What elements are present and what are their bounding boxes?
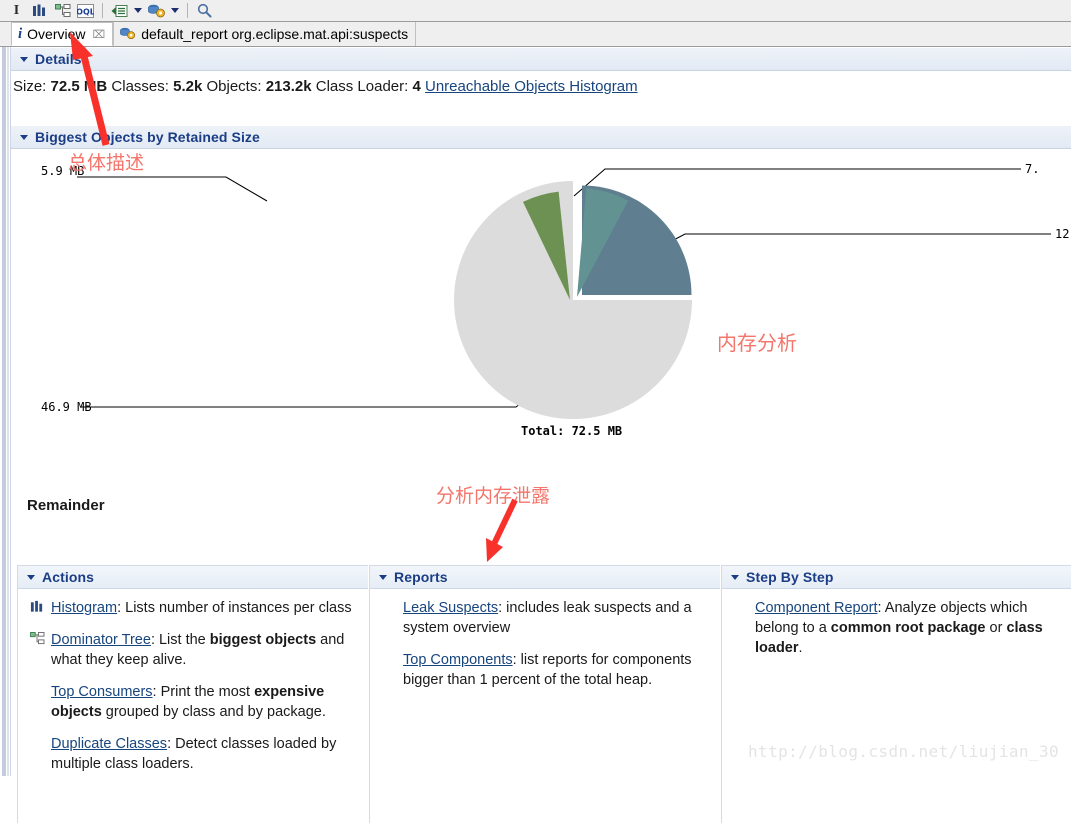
link-leak-suspects[interactable]: Leak Suspects: [403, 600, 498, 616]
entry-text-bold: common root package: [830, 620, 986, 636]
pie-label-12mb: 12.: [1055, 227, 1071, 241]
link-dominator-tree[interactable]: Dominator Tree: [51, 632, 151, 648]
classes-label: Classes:: [111, 78, 169, 95]
toolbar: I OQL: [0, 0, 1071, 22]
panel-reports: Reports Leak Suspects: includes leak sus…: [369, 565, 720, 823]
classes-value: 5.2k: [173, 78, 203, 95]
remainder-label: Remainder: [27, 497, 105, 514]
panel-title-step-by-step: Step By Step: [746, 569, 834, 585]
entry-text: grouped by class and by package.: [101, 704, 326, 720]
entry-text-bold: biggest objects: [209, 632, 317, 648]
histogram-icon: [30, 600, 46, 617]
size-label: Size:: [13, 78, 47, 95]
open-query-browser-dropdown-arrow[interactable]: [132, 1, 144, 20]
classloader-value: 4: [412, 78, 421, 95]
dominator-tree-icon: [30, 632, 46, 649]
twisty-down-icon[interactable]: [20, 134, 28, 140]
watermark: http://blog.csdn.net/liujian_30: [748, 742, 1060, 761]
histogram-icon[interactable]: [29, 1, 50, 20]
link-histogram[interactable]: Histogram: [51, 600, 117, 616]
classloader-label: Class Loader:: [315, 78, 409, 95]
chevron-down-icon: [134, 8, 142, 13]
dominator-tree-icon[interactable]: [52, 1, 73, 20]
list-item[interactable]: Top Components: list reports for compone…: [382, 650, 710, 690]
tab-close-icon[interactable]: ⌧: [93, 28, 106, 41]
toolbar-separator-2: [187, 3, 188, 18]
panel-step-by-step: Step By Step Component Report: Analyze o…: [721, 565, 1071, 823]
panel-title-actions: Actions: [42, 569, 95, 585]
tab-overview-label: Overview: [27, 26, 86, 42]
entry-text: .: [798, 640, 803, 656]
link-unreachable-objects-histogram[interactable]: Unreachable Objects Histogram: [425, 78, 638, 95]
left-scroll-gutter[interactable]: [0, 47, 11, 776]
list-item[interactable]: Component Report: Analyze objects which …: [734, 598, 1061, 658]
panel-header-step-by-step[interactable]: Step By Step: [722, 566, 1071, 589]
entry-text: : List the: [150, 632, 210, 648]
oql-icon[interactable]: OQL: [75, 1, 96, 20]
chevron-down-icon: [171, 8, 179, 13]
list-item[interactable]: Top Consumers: Print the most expensive …: [30, 682, 358, 722]
overview-content: Details Biggest Objects by Retained Size: [11, 47, 1071, 823]
twisty-down-icon[interactable]: [27, 574, 35, 580]
twisty-down-icon[interactable]: [731, 574, 739, 580]
editor-tab-bar: i Overview ⌧ default_report org.eclipse.…: [0, 22, 1071, 47]
section-title-details: Details: [35, 51, 82, 67]
pie-total-label: Total: 72.5 MB: [521, 424, 622, 438]
toolbar-separator-1: [102, 3, 103, 18]
entry-text: or: [985, 620, 1007, 636]
list-item[interactable]: Histogram: Lists number of instances per…: [30, 598, 358, 618]
section-title-biggest-objects: Biggest Objects by Retained Size: [35, 129, 260, 145]
link-top-consumers[interactable]: Top Consumers: [51, 684, 153, 700]
run-expert-system-icon[interactable]: [146, 1, 167, 20]
pie-label-7mb: 7.: [1025, 162, 1039, 176]
entry-text: : Lists number of instances per class: [117, 600, 352, 616]
inspector-icon[interactable]: I: [6, 1, 27, 20]
entry-text: : Print the most: [152, 684, 255, 700]
objects-value: 213.2k: [265, 78, 312, 95]
run-expert-system-dropdown-arrow[interactable]: [169, 1, 181, 20]
report-icon: [120, 26, 136, 43]
twisty-down-icon[interactable]: [20, 56, 28, 62]
info-icon: i: [18, 25, 23, 42]
list-item[interactable]: Dominator Tree: List the biggest objects…: [30, 630, 358, 670]
annotation-analyze-memory-leak: 分析内存泄露: [436, 485, 551, 507]
annotation-overall-description: 总体描述: [68, 152, 145, 174]
search-icon[interactable]: [194, 1, 215, 20]
twisty-down-icon[interactable]: [379, 574, 387, 580]
panel-header-reports[interactable]: Reports: [370, 566, 720, 589]
section-header-biggest-objects[interactable]: Biggest Objects by Retained Size: [11, 125, 1071, 149]
link-duplicate-classes[interactable]: Duplicate Classes: [51, 736, 167, 752]
size-value: 72.5 MB: [50, 78, 108, 95]
panel-title-reports: Reports: [394, 569, 448, 585]
tab-overview[interactable]: i Overview ⌧: [11, 22, 114, 46]
pie-slices: [454, 181, 692, 419]
tab-default-report-label: default_report org.eclipse.mat.api:suspe…: [141, 26, 409, 42]
open-query-browser-icon[interactable]: [109, 1, 130, 20]
objects-label: Objects:: [206, 78, 262, 95]
panel-header-actions[interactable]: Actions: [18, 566, 368, 589]
list-item[interactable]: Duplicate Classes: Detect classes loaded…: [30, 734, 358, 774]
section-header-details[interactable]: Details: [11, 47, 1071, 71]
link-component-report[interactable]: Component Report: [755, 600, 878, 616]
heap-details-summary: Size: 72.5 MB Classes: 5.2k Objects: 213…: [13, 78, 638, 95]
retained-size-pie-chart: 5.9 MB 7. 12. 46.9 MB Total: 72.5 MB: [11, 147, 1071, 497]
panel-actions: Actions Histogram: Lists number of insta…: [17, 565, 368, 823]
link-top-components[interactable]: Top Components: [403, 652, 513, 668]
list-item[interactable]: Leak Suspects: includes leak suspects an…: [382, 598, 710, 638]
tab-default-report[interactable]: default_report org.eclipse.mat.api:suspe…: [113, 22, 417, 46]
annotation-memory-analysis: 内存分析: [717, 331, 797, 355]
svg-text:OQL: OQL: [77, 7, 94, 16]
pie-label-46-9mb: 46.9 MB: [41, 400, 92, 414]
